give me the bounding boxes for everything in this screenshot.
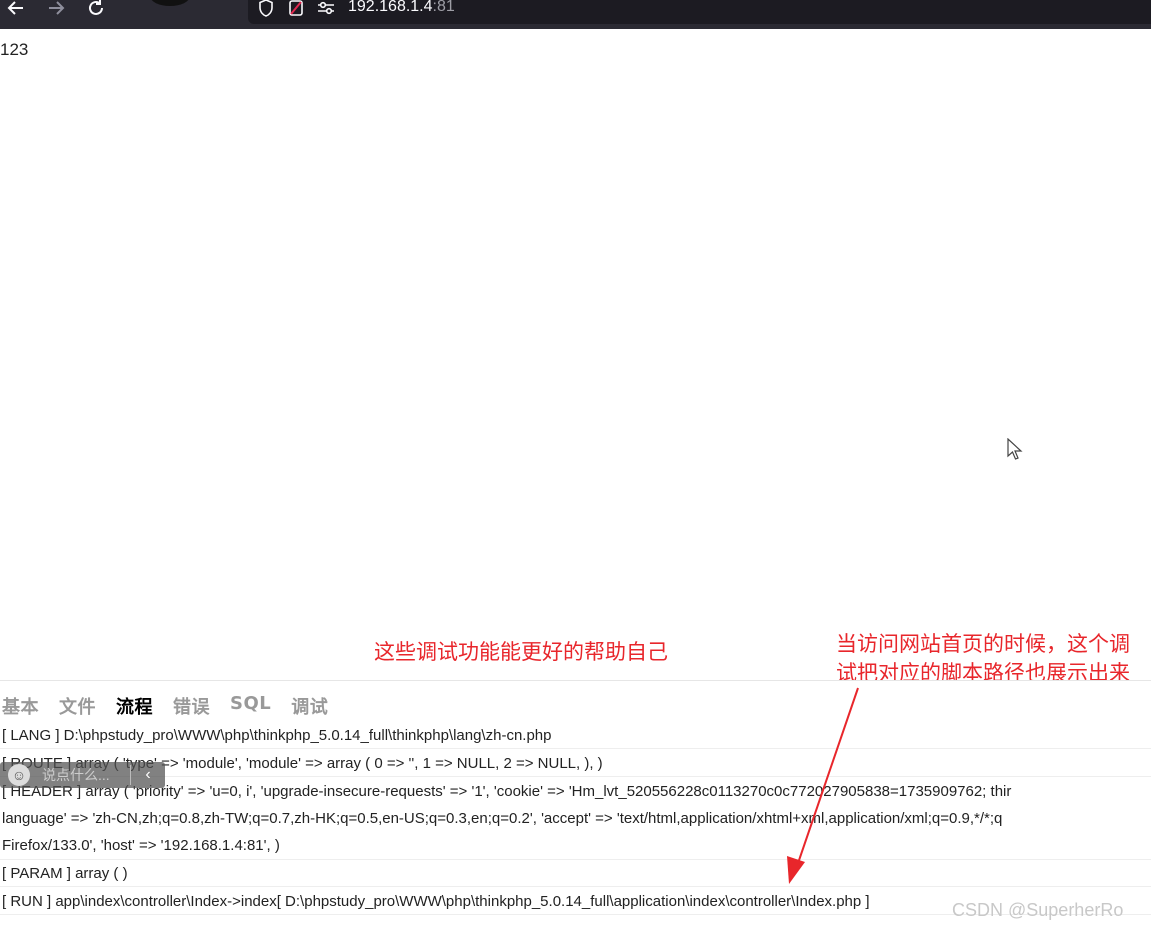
watermark: CSDN @SuperherRo: [952, 900, 1124, 920]
annotation-arrow: [787, 687, 859, 884]
